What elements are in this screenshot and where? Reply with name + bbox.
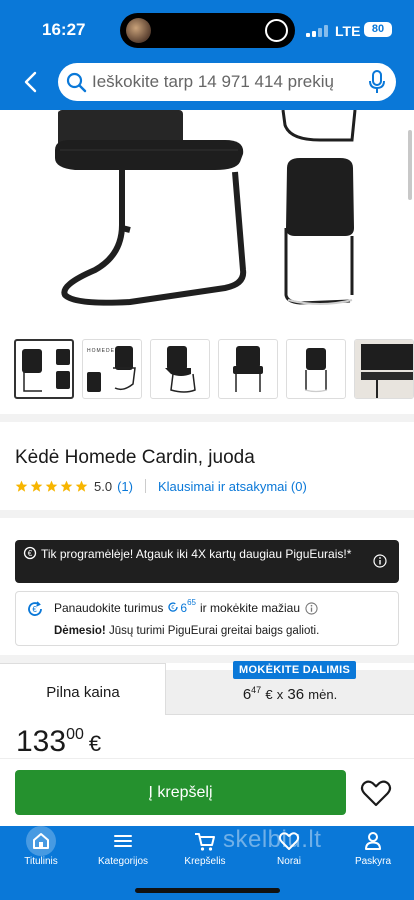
euro-cycle-icon: €: [28, 601, 42, 616]
star-icon: [30, 480, 43, 492]
rating-count-link[interactable]: (1): [117, 479, 133, 494]
chevron-left-icon: [24, 71, 37, 93]
star-icon: [75, 480, 88, 492]
points-dec: 65: [187, 598, 196, 607]
section-divider: [0, 510, 414, 518]
price-dec: 00: [66, 726, 84, 743]
price-int: 133: [16, 725, 67, 758]
installment-price: 647 € x 36 mėn.: [166, 685, 414, 703]
status-bar: 16:27 LTE 80: [0, 0, 414, 58]
info-icon[interactable]: [305, 601, 318, 615]
app-promo-banner[interactable]: € Tik programėlėje! Atgauk iki 4X kartų …: [15, 540, 399, 583]
dynamic-island: [120, 13, 295, 48]
home-indicator[interactable]: [135, 888, 280, 893]
nav-item-categories[interactable]: Kategorijos: [82, 826, 164, 882]
points-line: Panaudokite turimus € 6 65 ir mokėkite m…: [54, 598, 318, 615]
warning-label: Dėmesio!: [54, 625, 106, 637]
installment-badge: MOKĖKITE DALIMIS: [233, 661, 357, 679]
thumbnail[interactable]: [218, 339, 278, 399]
points-warning: Dėmesio! Jūsų turimi PiguEurai greitai b…: [54, 625, 319, 637]
product-main-image[interactable]: [0, 110, 414, 335]
chair-thumbnail-image: [22, 349, 70, 392]
product-price: 133 00 €: [16, 725, 101, 759]
menu-icon: [114, 835, 132, 847]
thumbnail[interactable]: [150, 339, 210, 399]
divider: [144, 479, 146, 493]
thumbnail-brand-label: HOMEDE: [87, 348, 115, 354]
chair-thumbnail-image: [165, 346, 196, 393]
avatar: [126, 18, 151, 43]
tab-full-price-label: Pilna kaina: [46, 684, 120, 701]
signal-icon: [306, 25, 328, 37]
nav-label: Norai: [277, 856, 301, 867]
section-divider: [0, 414, 414, 422]
points-value[interactable]: € 6 65: [167, 598, 196, 615]
cart-icon: [195, 833, 215, 851]
svg-text:€: €: [32, 605, 37, 614]
points-promo-box: € Panaudokite turimus € 6 65 ir mokėkite…: [15, 591, 399, 646]
search-input[interactable]: [92, 63, 360, 101]
bottom-nav: Titulinis Kategorijos Krepšelis skelbiu.…: [0, 826, 414, 900]
chair-image: [55, 110, 357, 306]
thumbnail[interactable]: [354, 339, 414, 399]
activity-ring-icon: [265, 19, 288, 42]
tab-installments[interactable]: MOKĖKITE DALIMIS 647 € x 36 mėn.: [166, 661, 414, 715]
rating-stars[interactable]: [15, 480, 88, 493]
nav-label: Krepšelis: [184, 856, 226, 867]
user-icon: [365, 832, 381, 850]
svg-text:€: €: [172, 605, 175, 611]
star-icon: [45, 480, 58, 492]
battery-icon: 80: [364, 22, 392, 37]
installment-x: x: [276, 687, 284, 702]
thumbnail[interactable]: [286, 339, 346, 399]
search-box[interactable]: [58, 63, 396, 101]
info-icon[interactable]: [373, 554, 387, 568]
home-icon: [33, 833, 49, 849]
nav-item-wishlist[interactable]: Norai: [248, 826, 330, 882]
installment-dec: 47: [251, 685, 262, 695]
rating-score: 5.0: [94, 478, 113, 494]
installment-currency: €: [265, 687, 273, 702]
points-int: 6: [180, 601, 188, 615]
nav-label: Kategorijos: [97, 856, 149, 867]
search-icon: [66, 72, 87, 93]
app-promo-text: Tik programėlėje! Atgauk iki 4X kartų da…: [41, 547, 352, 561]
tab-full-price[interactable]: Pilna kaina: [0, 663, 166, 715]
cart-bar: Į krepšelį: [0, 758, 414, 826]
network-label: LTE: [335, 23, 361, 39]
nav-label: Titulinis: [24, 856, 58, 867]
status-time: 16:27: [42, 20, 86, 39]
heart-icon: [278, 832, 300, 850]
star-icon: [15, 480, 28, 492]
points-prefix: Panaudokite turimus: [54, 601, 164, 615]
wishlist-button[interactable]: [356, 777, 396, 809]
warning-text: Jūsų turimi PiguEurai greitai baigs gali…: [108, 625, 320, 637]
installment-unit: mėn.: [308, 687, 338, 702]
nav-label: Paskyra: [354, 856, 392, 867]
scrollbar[interactable]: [408, 130, 412, 200]
thumbnail-strip: HOMEDE: [14, 339, 414, 401]
euro-cycle-icon: €: [168, 602, 179, 612]
microphone-icon[interactable]: [368, 70, 386, 94]
thumbnail[interactable]: HOMEDE: [82, 339, 142, 399]
star-icon: [60, 480, 73, 492]
back-button[interactable]: [16, 67, 46, 97]
points-suffix: ir mokėkite mažiau: [200, 601, 301, 615]
nav-item-account[interactable]: Paskyra: [332, 826, 414, 882]
thumbnail[interactable]: [14, 339, 74, 399]
heart-icon: [360, 780, 392, 807]
chair-thumbnail-image: [304, 348, 328, 393]
nav-item-home[interactable]: Titulinis: [0, 826, 82, 882]
price-currency: €: [88, 731, 102, 756]
chair-thumbnail-image: [233, 346, 263, 392]
installment-months: 36: [287, 686, 305, 703]
add-to-cart-button[interactable]: Į krepšelį: [15, 770, 346, 815]
chair-thumbnail-image: [355, 340, 413, 398]
qa-link[interactable]: Klausimai ir atsakymai (0): [158, 479, 307, 494]
product-title: Kėdė Homede Cardin, juoda: [15, 447, 255, 468]
rating-row: 5.0 (1) Klausimai ir atsakymai (0): [15, 478, 307, 494]
installment-int: 6: [242, 686, 252, 703]
search-header: [0, 58, 414, 110]
